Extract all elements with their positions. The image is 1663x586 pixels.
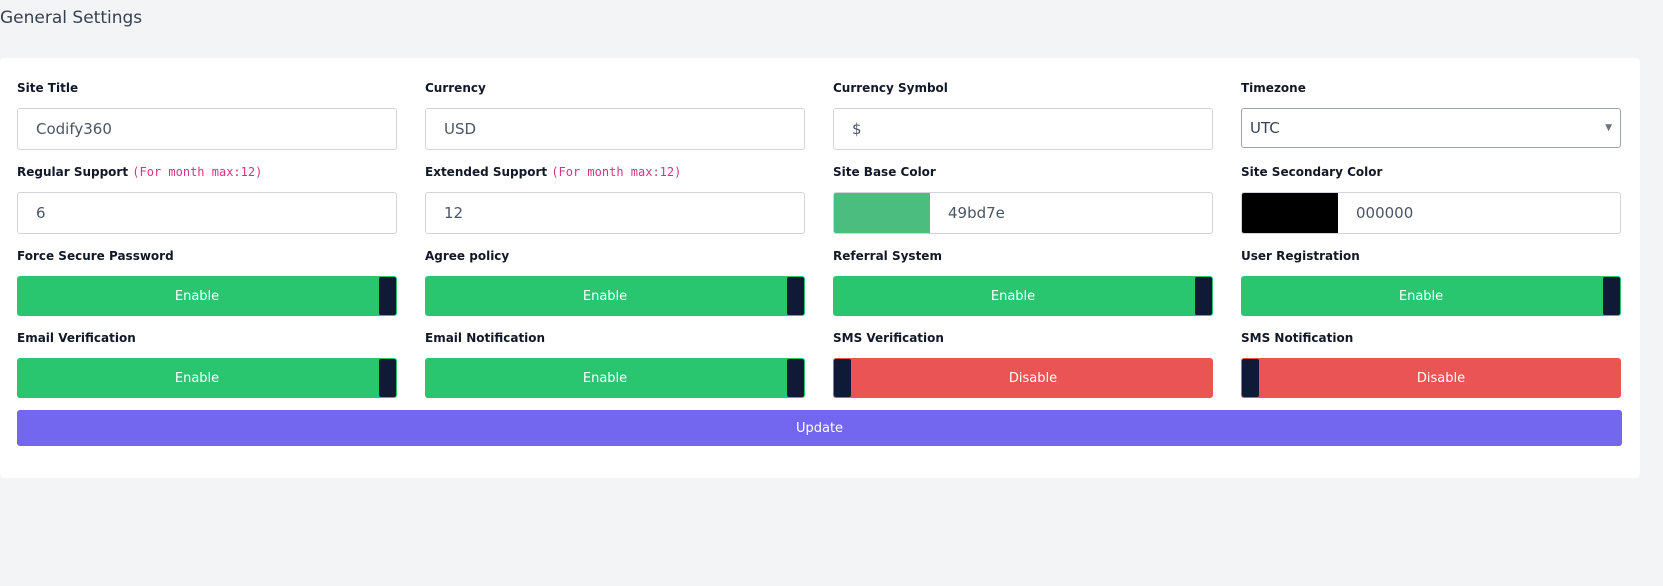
site-secondary-color-label: Site Secondary Color (1241, 165, 1383, 179)
sms-verification-group: SMS Verification Disable (833, 326, 1213, 408)
referral-system-toggle[interactable]: Enable (833, 276, 1213, 316)
toggle-handle (1195, 277, 1212, 315)
email-notification-toggle[interactable]: Enable (425, 358, 805, 398)
toggle-handle (379, 277, 396, 315)
timezone-group: Timezone UTC ▼ (1241, 76, 1621, 160)
force-secure-password-toggle[interactable]: Enable (17, 276, 397, 316)
regular-support-label-text: Regular Support (17, 165, 129, 179)
referral-system-label: Referral System (833, 249, 942, 263)
extended-support-input[interactable]: 12 (425, 192, 805, 234)
extended-support-hint: (For month max:12) (551, 165, 682, 179)
toggle-handle (787, 359, 804, 397)
settings-grid: Site Title Codify360 Currency USD Curren… (17, 76, 1622, 408)
toggle-handle (1242, 359, 1259, 397)
update-button[interactable]: Update (17, 410, 1622, 446)
base-color-input[interactable]: 49bd7e (930, 193, 1005, 233)
secondary-color-input[interactable]: 000000 (1338, 193, 1413, 233)
site-base-color-group: Site Base Color 49bd7e (833, 160, 1213, 244)
sms-notification-label: SMS Notification (1241, 331, 1354, 345)
regular-support-hint: (For month max:12) (132, 165, 263, 179)
agree-policy-toggle[interactable]: Enable (425, 276, 805, 316)
currency-input[interactable]: USD (425, 108, 805, 150)
timezone-label: Timezone (1241, 81, 1306, 95)
timezone-value: UTC (1250, 119, 1280, 137)
caret-down-icon: ▼ (1605, 123, 1612, 133)
sms-verification-label: SMS Verification (833, 331, 944, 345)
site-secondary-color-group: Site Secondary Color 000000 (1241, 160, 1621, 244)
agree-policy-label: Agree policy (425, 249, 510, 263)
toggle-handle (787, 277, 804, 315)
email-verification-label: Email Verification (17, 331, 136, 345)
site-title-label: Site Title (17, 81, 79, 95)
agree-policy-group: Agree policy Enable (425, 244, 805, 326)
sms-notification-toggle[interactable]: Disable (1241, 358, 1621, 398)
toggle-handle (1603, 277, 1620, 315)
base-color-picker[interactable] (834, 193, 930, 233)
user-registration-group: User Registration Enable (1241, 244, 1621, 326)
sms-notification-group: SMS Notification Disable (1241, 326, 1621, 408)
secondary-color-picker[interactable] (1242, 193, 1338, 233)
user-registration-toggle[interactable]: Enable (1241, 276, 1621, 316)
toggle-handle (834, 359, 851, 397)
regular-support-group: Regular Support (For month max:12) 6 (17, 160, 397, 244)
toggle-state-label: Enable (1398, 288, 1444, 304)
timezone-select[interactable]: UTC ▼ (1241, 108, 1621, 148)
toggle-handle (379, 359, 396, 397)
force-secure-password-group: Force Secure Password Enable (17, 244, 397, 326)
toggle-state-label: Enable (582, 370, 628, 386)
user-registration-label: User Registration (1241, 249, 1360, 263)
currency-group: Currency USD (425, 76, 805, 160)
email-verification-toggle[interactable]: Enable (17, 358, 397, 398)
site-base-color-label: Site Base Color (833, 165, 936, 179)
extended-support-label: Extended Support (For month max:12) (425, 164, 805, 180)
currency-label: Currency (425, 81, 486, 95)
site-base-color-field: 49bd7e (833, 192, 1213, 234)
extended-support-label-text: Extended Support (425, 165, 548, 179)
currency-symbol-group: Currency Symbol $ (833, 76, 1213, 160)
site-secondary-color-field: 000000 (1241, 192, 1621, 234)
toggle-state-label: Enable (990, 288, 1036, 304)
currency-symbol-input[interactable]: $ (833, 108, 1213, 150)
toggle-state-label: Enable (174, 370, 220, 386)
page-title: General Settings (0, 8, 143, 28)
settings-card: Site Title Codify360 Currency USD Curren… (0, 58, 1640, 478)
email-notification-group: Email Notification Enable (425, 326, 805, 408)
sms-verification-toggle[interactable]: Disable (833, 358, 1213, 398)
email-verification-group: Email Verification Enable (17, 326, 397, 408)
referral-system-group: Referral System Enable (833, 244, 1213, 326)
regular-support-label: Regular Support (For month max:12) (17, 164, 397, 180)
toggle-state-label: Disable (1008, 370, 1058, 386)
toggle-state-label: Disable (1416, 370, 1466, 386)
toggle-state-label: Enable (582, 288, 628, 304)
extended-support-group: Extended Support (For month max:12) 12 (425, 160, 805, 244)
site-title-group: Site Title Codify360 (17, 76, 397, 160)
site-title-input[interactable]: Codify360 (17, 108, 397, 150)
currency-symbol-label: Currency Symbol (833, 81, 948, 95)
email-notification-label: Email Notification (425, 331, 546, 345)
force-secure-password-label: Force Secure Password (17, 249, 174, 263)
regular-support-input[interactable]: 6 (17, 192, 397, 234)
toggle-state-label: Enable (174, 288, 220, 304)
